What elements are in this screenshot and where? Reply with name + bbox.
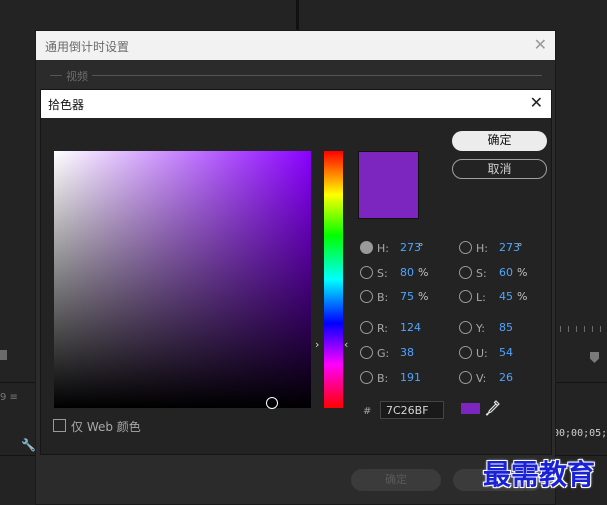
color-picker-title: 拾色器	[48, 98, 85, 112]
field-value[interactable]: 54	[499, 346, 513, 359]
field-label: B:	[377, 291, 389, 304]
field-label: L:	[476, 291, 486, 304]
color-picker-dialog: 拾色器 ✕ › ‹ 确定 取消 H: 273 ° S: 80% B: 75% R: 124 G: 3…	[40, 89, 552, 455]
radio-button[interactable]	[360, 321, 373, 334]
field-value[interactable]: 75	[400, 290, 414, 303]
current-color-swatch	[358, 151, 419, 219]
field-label: S:	[476, 267, 487, 280]
countdown-ok-button[interactable]: 确定	[351, 469, 441, 491]
radio-button[interactable]	[360, 266, 373, 279]
field-value[interactable]: 85	[499, 321, 513, 334]
eyedropper-icon[interactable]	[485, 399, 501, 417]
saturation-brightness-field[interactable]	[54, 151, 311, 409]
field-label: Y:	[476, 322, 485, 335]
radio-button[interactable]	[459, 290, 472, 303]
timeline-ruler[interactable]	[556, 318, 607, 332]
countdown-title: 通用倒计时设置	[45, 40, 130, 54]
timecode-display[interactable]: 00;00;05;29	[553, 428, 607, 439]
field-value[interactable]: 124	[400, 321, 421, 334]
radio-button[interactable]	[360, 346, 373, 359]
field-label: U:	[476, 347, 488, 360]
panel-icon[interactable]	[0, 350, 7, 360]
video-group-label: 视频	[62, 68, 92, 84]
field-unit: %	[418, 266, 429, 279]
panel-divider[interactable]	[296, 0, 299, 30]
color-field-handle[interactable]	[266, 397, 278, 409]
radio-button[interactable]	[360, 290, 373, 303]
field-unit: %	[418, 290, 429, 303]
radio-button[interactable]	[459, 371, 472, 384]
hex-input[interactable]	[380, 401, 444, 419]
field-value[interactable]: 38	[400, 346, 414, 359]
field-value[interactable]: 191	[400, 371, 421, 384]
countdown-titlebar[interactable]: 通用倒计时设置 ✕	[36, 31, 555, 60]
close-icon[interactable]: ✕	[530, 94, 543, 112]
field-label: H:	[476, 242, 488, 255]
checkbox-box[interactable]	[53, 419, 66, 432]
close-icon[interactable]: ✕	[534, 35, 547, 54]
hue-slider-right-arrow-icon[interactable]: ‹	[344, 338, 348, 351]
field-label: V:	[476, 372, 487, 385]
field-label: B:	[377, 372, 389, 385]
wrench-icon[interactable]: 🔧	[21, 438, 36, 452]
track-indicator: 9 ≡	[0, 392, 18, 403]
field-unit: °	[517, 241, 523, 254]
hex-label: #	[363, 406, 372, 417]
hue-slider-left-arrow-icon[interactable]: ›	[315, 338, 319, 351]
field-value[interactable]: 80	[400, 266, 414, 279]
field-value[interactable]: 45	[499, 290, 513, 303]
field-unit: %	[517, 290, 528, 303]
color-picker-titlebar[interactable]: 拾色器 ✕	[41, 90, 551, 118]
radio-button[interactable]	[360, 371, 373, 384]
field-unit: °	[418, 241, 424, 254]
hue-slider[interactable]	[324, 151, 343, 408]
cancel-button[interactable]: 取消	[452, 159, 547, 179]
field-unit: %	[517, 266, 528, 279]
ok-button[interactable]: 确定	[452, 131, 547, 151]
watermark-logo: 最需教育	[483, 458, 596, 491]
color-preview-chip	[461, 403, 480, 414]
field-value[interactable]: 60	[499, 266, 513, 279]
field-value[interactable]: 26	[499, 371, 513, 384]
radio-button[interactable]	[459, 346, 472, 359]
radio-button[interactable]	[459, 321, 472, 334]
playhead-marker-icon[interactable]	[590, 352, 599, 363]
field-label: S:	[377, 267, 388, 280]
radio-button[interactable]	[459, 266, 472, 279]
radio-button[interactable]	[360, 241, 373, 254]
field-label: R:	[377, 322, 389, 335]
video-group: 视频	[50, 68, 542, 89]
web-colors-only-label: 仅 Web 颜色	[71, 420, 141, 434]
radio-button[interactable]	[459, 241, 472, 254]
field-label: H:	[377, 242, 389, 255]
field-label: G:	[377, 347, 390, 360]
